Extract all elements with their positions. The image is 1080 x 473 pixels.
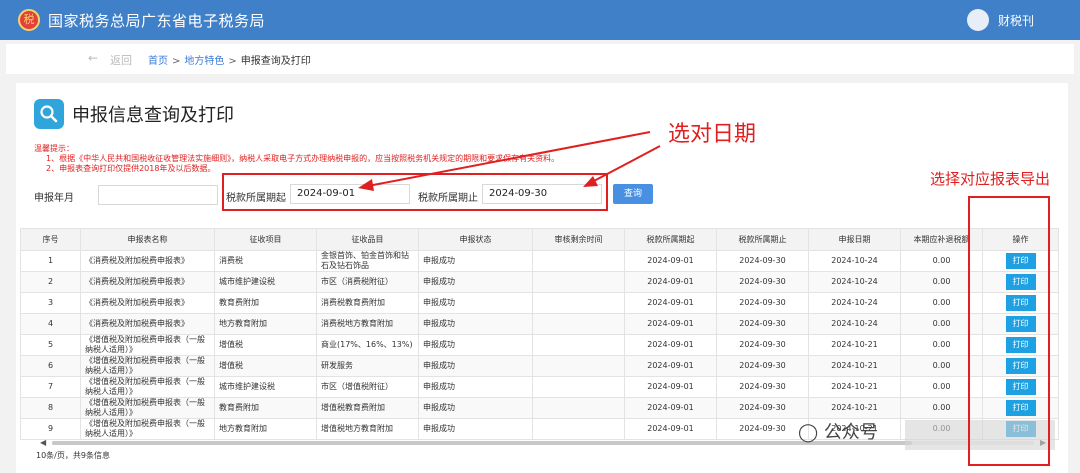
arrowhead-icon [358, 179, 374, 191]
arrowhead-icon [583, 176, 598, 187]
arrow-to-end-date [591, 145, 661, 183]
annotation-arrows [358, 131, 661, 191]
arrow-to-start-date [367, 131, 651, 187]
